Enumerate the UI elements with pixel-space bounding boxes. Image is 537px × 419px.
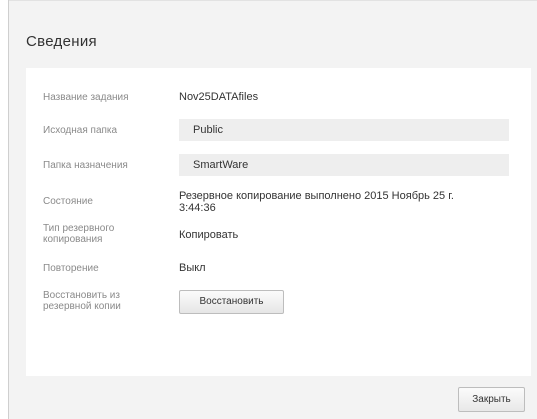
restore-label-line2: резервной копии	[43, 301, 121, 312]
restore-label-line1: Восстановить из	[43, 290, 120, 301]
source-folder-label: Исходная папка	[43, 125, 118, 136]
details-panel: Название задания Nov25DATAfiles Исходная…	[26, 68, 531, 376]
backup-type-label-line1: Тип резервного	[43, 223, 115, 234]
repeat-value: Выкл	[179, 262, 206, 274]
job-name-value: Nov25DATAfiles	[179, 91, 259, 103]
job-name-label: Название задания	[43, 92, 129, 103]
backup-type-label-line2: копирования	[43, 234, 103, 245]
status-value-line2: 3:44:36	[179, 202, 216, 214]
backup-type-value: Копировать	[179, 229, 239, 241]
status-value-line1: Резервное копирование выполнено 2015 Ноя…	[179, 190, 454, 202]
source-folder-field: Public	[179, 119, 509, 141]
dialog-title: Сведения	[26, 33, 97, 50]
details-dialog: Сведения Название задания Nov25DATAfiles…	[8, 0, 537, 419]
close-button[interactable]: Закрыть	[458, 387, 525, 412]
repeat-label: Повторение	[43, 263, 99, 274]
status-label: Состояние	[43, 196, 93, 207]
top-divider	[9, 0, 537, 1]
restore-button[interactable]: Восстановить	[179, 290, 284, 314]
destination-folder-label: Папка назначения	[43, 160, 128, 171]
destination-folder-field: SmartWare	[179, 154, 509, 176]
